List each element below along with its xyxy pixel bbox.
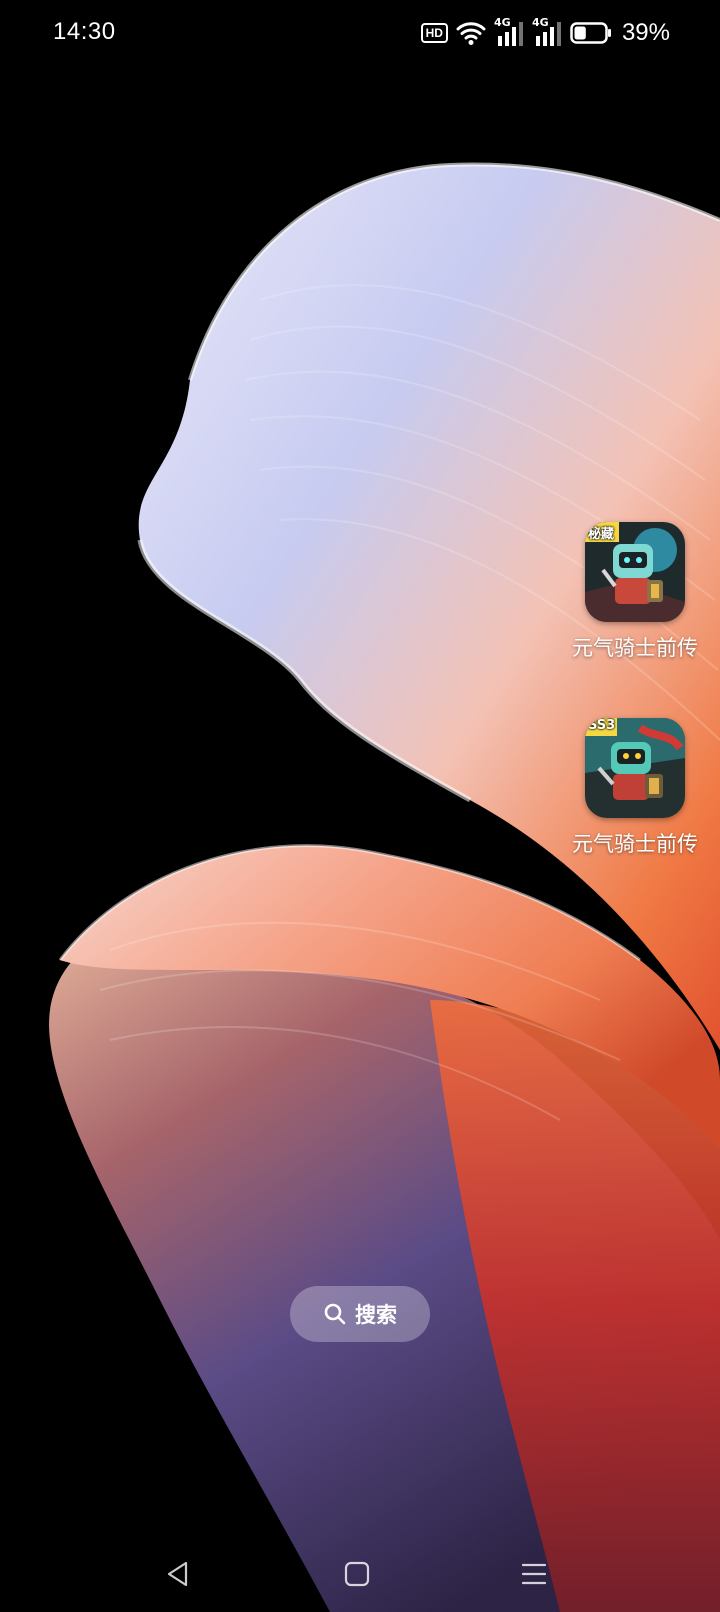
status-bar: 14:30 HD 4G 4G 39%	[0, 0, 720, 64]
battery-percent: 39%	[621, 19, 670, 46]
search-button[interactable]: 搜索	[290, 1286, 430, 1342]
back-icon	[167, 1561, 188, 1587]
search-label: 搜索	[355, 1303, 397, 1327]
cellular-signal-2-icon: 4G	[532, 16, 562, 48]
app-badge: SS3	[588, 718, 616, 733]
app-label: 元气骑士前传	[572, 832, 698, 856]
app-label: 元气骑士前传	[572, 636, 698, 660]
hd-voice-icon: HD	[420, 23, 448, 43]
cellular-signal-1-icon: 4G	[494, 16, 524, 48]
recents-icon	[521, 1563, 547, 1585]
app-soul-knight-prequel-2[interactable]: SS3 元气骑士前传	[555, 718, 715, 858]
back-button[interactable]	[158, 1554, 198, 1594]
home-icon	[344, 1561, 370, 1587]
recents-button[interactable]	[514, 1554, 554, 1594]
clock: 14:30	[53, 18, 116, 45]
navigation-bar	[0, 1540, 720, 1600]
app-soul-knight-prequel-1[interactable]: 秘藏 元气骑士前传	[555, 522, 715, 662]
battery-icon	[570, 22, 611, 44]
app-badge: 秘藏	[588, 527, 615, 542]
soul-knight-prequel-icon[interactable]: 秘藏	[585, 522, 685, 622]
home-button[interactable]	[337, 1554, 377, 1594]
status-icons: HD 4G 4G 39%	[420, 16, 670, 48]
wifi-icon	[456, 22, 486, 45]
soul-knight-prequel-icon[interactable]: SS3	[585, 718, 685, 818]
search-icon	[324, 1303, 346, 1325]
